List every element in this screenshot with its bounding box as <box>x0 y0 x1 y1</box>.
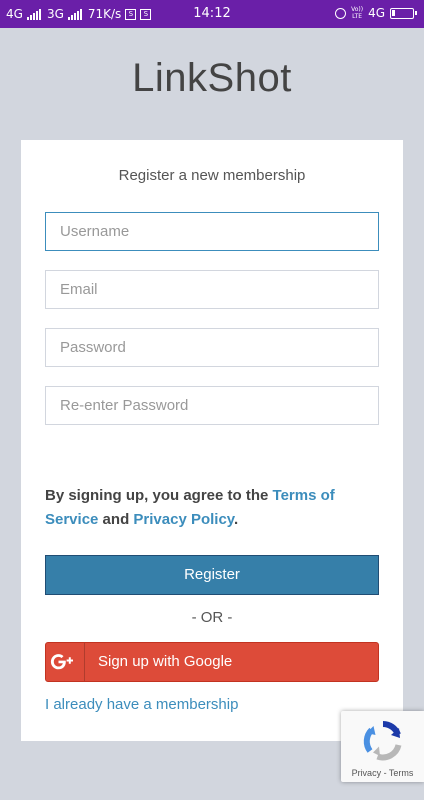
google-signup-label: Sign up with Google <box>98 653 233 670</box>
status-bar-right: Vo)) LTE 4G <box>335 6 417 20</box>
terms-statement: By signing up, you agree to the Terms of… <box>45 484 379 532</box>
privacy-policy-link[interactable]: Privacy Policy <box>133 511 234 528</box>
recaptcha-separator: - <box>381 768 389 778</box>
volte-icon: Vo)) LTE <box>351 6 363 20</box>
google-plus-icon <box>50 654 73 670</box>
terms-suffix: . <box>234 511 239 528</box>
register-button[interactable]: Register <box>45 555 379 595</box>
recaptcha-links: Privacy - Terms <box>341 768 424 778</box>
volte-top-label: Vo)) <box>351 6 364 13</box>
already-member-link[interactable]: I already have a membership <box>45 696 238 713</box>
battery-level <box>392 9 395 16</box>
username-input[interactable] <box>45 212 379 251</box>
status-bar: 4G 3G 71K/s S S 14:12 Vo)) LTE 4G <box>0 0 424 28</box>
google-plus-icon-container <box>46 643 85 681</box>
alarm-icon <box>335 7 347 19</box>
terms-prefix: By signing up, you agree to the <box>45 487 273 504</box>
email-input[interactable] <box>45 270 379 309</box>
terms-and: and <box>98 511 134 528</box>
register-card: Register a new membership By signing up,… <box>21 140 403 741</box>
reenter-password-input[interactable] <box>45 386 379 425</box>
google-signup-button[interactable]: Sign up with Google <box>45 642 379 682</box>
register-heading: Register a new membership <box>118 167 306 184</box>
app-logo[interactable]: LinkShot <box>0 56 424 101</box>
volte-bottom-label: LTE <box>352 13 363 20</box>
recaptcha-logo-icon <box>363 721 402 761</box>
recaptcha-privacy-link[interactable]: Privacy <box>352 768 382 778</box>
recaptcha-terms-link[interactable]: Terms <box>389 768 414 778</box>
or-separator: - OR - <box>191 609 233 626</box>
recaptcha-badge[interactable]: Privacy - Terms <box>341 711 424 782</box>
password-input[interactable] <box>45 328 379 367</box>
network-type-3: 4G <box>368 6 385 20</box>
battery-icon <box>390 7 417 19</box>
